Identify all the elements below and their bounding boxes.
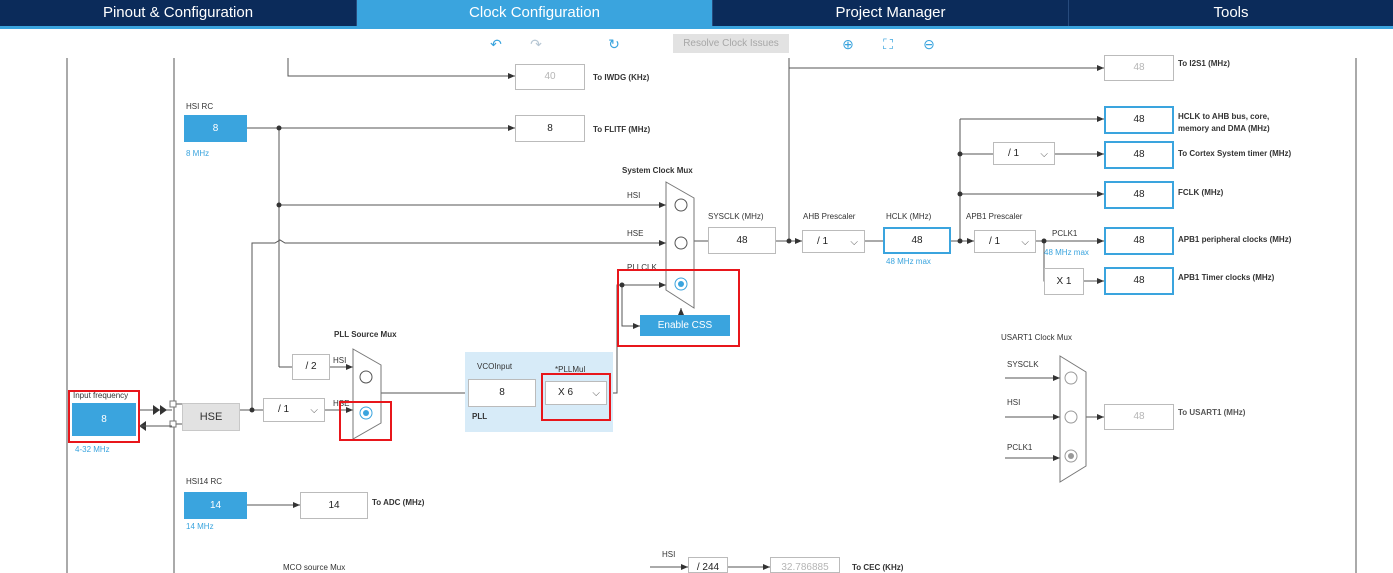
- i2s1-label: To I2S1 (MHz): [1178, 59, 1230, 68]
- cec-hsi-label: HSI: [662, 550, 676, 559]
- pll-mux-hsi-label: HSI: [333, 356, 347, 365]
- iwdg-value[interactable]: 40: [515, 64, 585, 90]
- sysclk-label: SYSCLK (MHz): [708, 212, 764, 221]
- mco-source-mux-title: MCO source Mux: [283, 563, 346, 572]
- chevron-down-icon: ⌵: [1040, 149, 1048, 160]
- output-cortex-label: To Cortex System timer (MHz): [1178, 149, 1292, 158]
- output-apb1-timer-value[interactable]: 48: [1104, 267, 1174, 295]
- ahb-prescaler-select[interactable]: / 1 ⌵: [802, 230, 865, 253]
- flitf-value[interactable]: 8: [515, 115, 585, 142]
- cortex-divider-select[interactable]: / 1 ⌵: [993, 142, 1055, 165]
- chevron-down-icon: ⌵: [1021, 237, 1029, 248]
- hsi-div2-box: / 2: [292, 354, 330, 380]
- pclk1-max-label: 48 MHz max: [1044, 248, 1089, 257]
- highlight-pll-hse: [339, 401, 392, 441]
- sysclk-value[interactable]: 48: [708, 227, 776, 254]
- highlight-sysclk-pll: [617, 269, 740, 347]
- highlight-input-frequency: [68, 390, 140, 443]
- cec-label: To CEC (KHz): [852, 563, 904, 572]
- output-cortex-value[interactable]: 48: [1104, 141, 1174, 169]
- pll-label: PLL: [472, 412, 488, 421]
- apb1-timer-multiplier: X 1: [1044, 268, 1084, 295]
- hclk-label: HCLK (MHz): [886, 212, 932, 221]
- hsi-rc-value: 8: [184, 115, 247, 142]
- cec-divider: / 244: [688, 557, 728, 573]
- flitf-label: To FLITF (MHz): [593, 125, 651, 134]
- vco-input-label: VCOInput: [477, 362, 513, 371]
- vco-input-value: 8: [468, 379, 536, 407]
- i2s1-value[interactable]: 48: [1104, 55, 1174, 81]
- chevron-down-icon: ⌵: [850, 237, 858, 248]
- hsi-rc-sub: 8 MHz: [186, 149, 210, 158]
- output-apb1-peripheral-label: APB1 peripheral clocks (MHz): [1178, 235, 1292, 244]
- highlight-pll-mul: [541, 373, 611, 421]
- output-hclk-ahb-value[interactable]: 48: [1104, 106, 1174, 134]
- hsi14-rc-sub: 14 MHz: [186, 522, 214, 531]
- usart1-label: To USART1 (MHz): [1178, 408, 1246, 417]
- hclk-max-label: 48 MHz max: [886, 257, 931, 266]
- hse-block: HSE: [182, 403, 240, 431]
- output-apb1-timer-label: APB1 Timer clocks (MHz): [1178, 273, 1275, 282]
- ahb-prescaler-label: AHB Prescaler: [803, 212, 856, 221]
- output-hclk-ahb-label1: HCLK to AHB bus, core,: [1178, 112, 1270, 121]
- pclk1-label: PCLK1: [1052, 229, 1078, 238]
- output-apb1-peripheral-value[interactable]: 48: [1104, 227, 1174, 255]
- apb1-prescaler-label: APB1 Prescaler: [966, 212, 1023, 221]
- output-fclk-value[interactable]: 48: [1104, 181, 1174, 209]
- hsi14-rc-title: HSI14 RC: [186, 477, 223, 486]
- cec-value[interactable]: 32.786885: [770, 557, 840, 573]
- hse-divider-select[interactable]: / 1 ⌵: [263, 398, 325, 422]
- adc-value[interactable]: 14: [300, 492, 368, 519]
- iwdg-label: To IWDG (KHz): [593, 73, 650, 82]
- apb1-prescaler-select[interactable]: / 1 ⌵: [974, 230, 1036, 253]
- sys-mux-hsi-label: HSI: [627, 191, 641, 200]
- usart-hsi-label: HSI: [1007, 398, 1021, 407]
- output-hclk-ahb-label2: memory and DMA (MHz): [1178, 124, 1270, 133]
- usart-sysclk-label: SYSCLK: [1007, 360, 1039, 369]
- hclk-value[interactable]: 48: [883, 227, 951, 254]
- pll-source-mux-title: PLL Source Mux: [334, 330, 397, 339]
- input-frequency-range: 4-32 MHz: [75, 445, 110, 454]
- usart-pclk1-label: PCLK1: [1007, 443, 1033, 452]
- hsi-rc-title: HSI RC: [186, 102, 214, 111]
- chevron-down-icon: ⌵: [310, 405, 318, 416]
- adc-label: To ADC (MHz): [372, 498, 425, 507]
- usart1-value[interactable]: 48: [1104, 404, 1174, 430]
- sys-mux-hse-label: HSE: [627, 229, 644, 238]
- output-fclk-label: FCLK (MHz): [1178, 188, 1224, 197]
- system-clock-mux-title: System Clock Mux: [622, 166, 693, 175]
- usart1-mux-title: USART1 Clock Mux: [1001, 333, 1072, 342]
- hsi14-rc-value: 14: [184, 492, 247, 519]
